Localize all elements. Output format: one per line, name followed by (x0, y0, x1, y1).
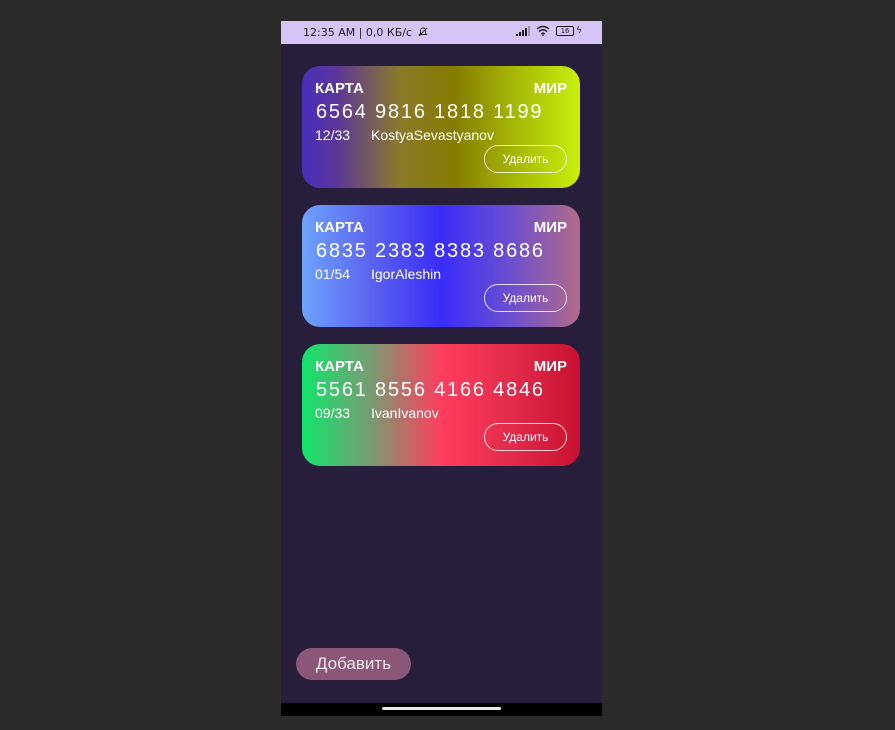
status-right: 16 ϟ (516, 25, 582, 36)
status-left: 12:35 AM | 0,0 КБ/с (303, 26, 428, 39)
card-holder: IvanIvanov (371, 405, 439, 421)
status-time: 12:35 AM | 0,0 КБ/с (303, 26, 413, 39)
battery-icon: 16 (556, 25, 575, 36)
add-card-button[interactable]: Добавить (296, 648, 411, 680)
delete-card-button[interactable]: Удалить (484, 423, 567, 451)
card-holder: IgorAleshin (371, 266, 442, 282)
navigation-bar (281, 703, 602, 716)
card-expiry: 01/54 (315, 266, 351, 282)
card-brand: МИР (533, 358, 567, 375)
card-brand: МИР (533, 219, 567, 236)
status-bar: 12:35 AM | 0,0 КБ/с 16 ϟ (281, 21, 602, 44)
card-brand: МИР (533, 80, 567, 97)
card-type-label: КАРТА (315, 219, 364, 236)
phone-screen: 12:35 AM | 0,0 КБ/с 16 ϟ КАРТА МИР 6564 … (281, 21, 602, 716)
card-item: КАРТА МИР 6835 2383 8383 8686 01/54 Igor… (302, 205, 580, 327)
mute-bell-icon (417, 27, 428, 37)
wifi-icon (536, 25, 550, 36)
card-item: КАРТА МИР 6564 9816 1818 1199 12/33 Kost… (302, 66, 580, 188)
delete-card-button[interactable]: Удалить (484, 284, 567, 312)
card-holder: KostyaSevastyanov (371, 127, 494, 143)
charging-bolt-icon: ϟ (576, 25, 582, 36)
home-indicator[interactable] (382, 707, 501, 710)
card-number: 6564 9816 1818 1199 (316, 101, 544, 123)
card-type-label: КАРТА (315, 80, 364, 97)
delete-card-button[interactable]: Удалить (484, 145, 567, 173)
card-item: КАРТА МИР 5561 8556 4166 4846 09/33 Ivan… (302, 344, 580, 466)
signal-icon (516, 25, 531, 36)
card-expiry: 09/33 (315, 405, 351, 421)
battery-level: 16 (560, 26, 570, 35)
card-number: 6835 2383 8383 8686 (316, 240, 545, 262)
card-type-label: КАРТА (315, 358, 364, 375)
card-expiry: 12/33 (315, 127, 351, 143)
card-number: 5561 8556 4166 4846 (316, 379, 545, 401)
